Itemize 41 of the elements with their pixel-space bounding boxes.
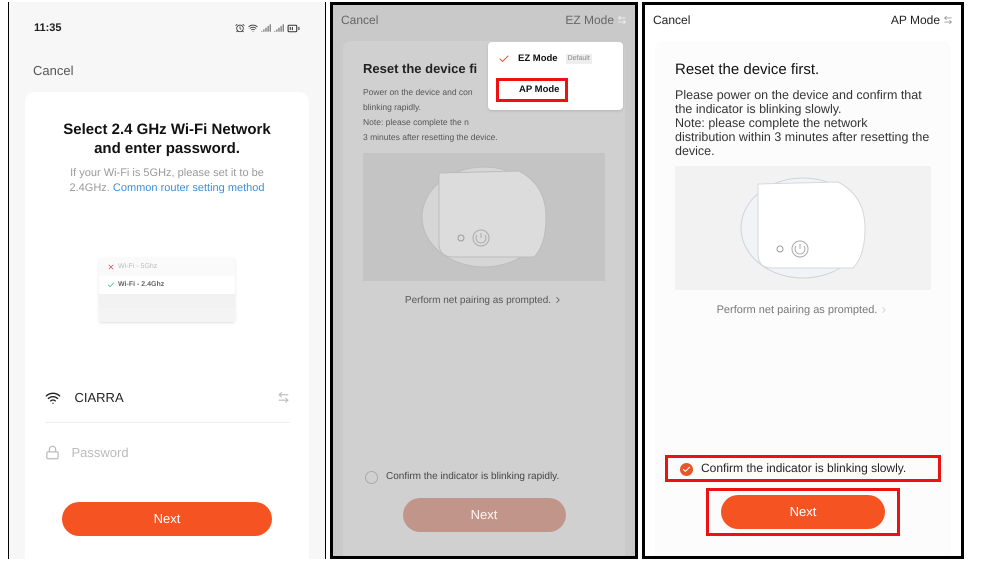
page-title: Reset the device first. bbox=[675, 60, 820, 80]
pairing-prompt-link[interactable]: Perform net pairing as prompted. bbox=[404, 292, 552, 308]
hint-text: If your Wi-Fi is 5GHz, please set it to be 2.4GHz. Common router setting method bbox=[68, 166, 266, 196]
confirm-label: Confirm the indicator is blinking slowly. bbox=[701, 461, 906, 475]
mode-label: AP Mode bbox=[519, 82, 560, 97]
password-field[interactable]: Password bbox=[72, 442, 290, 462]
battery-icon bbox=[287, 22, 300, 35]
cell-signal-icon bbox=[274, 23, 284, 34]
instruction-text: Note: please complete the network distribution within 3 minutes after resetting the device. bbox=[675, 116, 930, 158]
mode-label: EZ Mode bbox=[518, 52, 558, 66]
pairing-prompt-link[interactable]: Perform net pairing as prompted. bbox=[716, 302, 878, 318]
wifi-icon bbox=[44, 390, 60, 406]
status-time: 11:35 bbox=[34, 21, 62, 36]
instruction-text: Power on the device and con bbox=[363, 86, 473, 98]
instruction-text: Note: please complete the n bbox=[363, 116, 469, 129]
instruction-text: 3 minutes after resetting the device. bbox=[363, 130, 498, 144]
next-button[interactable]: Next bbox=[62, 502, 272, 536]
cancel-link[interactable]: Cancel bbox=[341, 11, 378, 29]
cancel-link[interactable]: Cancel bbox=[653, 11, 690, 29]
router-setting-link[interactable]: Common router setting method bbox=[112, 182, 265, 194]
page-title: Select 2.4 GHz Wi-Fi Network and enter password. bbox=[62, 120, 272, 158]
confirm-label: Confirm the indicator is blinking rapidly. bbox=[386, 470, 560, 484]
confirm-checkbox[interactable] bbox=[680, 463, 693, 476]
cancel-link[interactable]: Cancel bbox=[33, 60, 74, 80]
cell-signal-icon bbox=[261, 23, 271, 34]
page-title: Reset the device fi bbox=[363, 60, 478, 78]
check-icon bbox=[682, 465, 691, 474]
instruction-text: blinking rapidly. bbox=[363, 100, 421, 114]
switch-icon bbox=[617, 15, 627, 25]
switch-icon bbox=[943, 15, 953, 25]
mode-selector[interactable]: EZ Mode bbox=[565, 11, 627, 29]
mode-selector[interactable]: AP Mode bbox=[890, 11, 953, 29]
alarm-icon bbox=[235, 23, 245, 34]
mode-menu-item[interactable]: AP Mode bbox=[499, 81, 560, 99]
instruction-text: Please power on the device and confirm that the indicator is blinking slowly. bbox=[675, 88, 923, 116]
confirm-checkbox[interactable] bbox=[365, 471, 378, 484]
check-icon bbox=[498, 53, 510, 65]
lock-icon bbox=[44, 444, 60, 460]
switch-network-icon[interactable] bbox=[276, 391, 290, 404]
network-field[interactable]: CIARRA bbox=[74, 388, 276, 408]
next-button[interactable]: Next bbox=[721, 495, 885, 529]
